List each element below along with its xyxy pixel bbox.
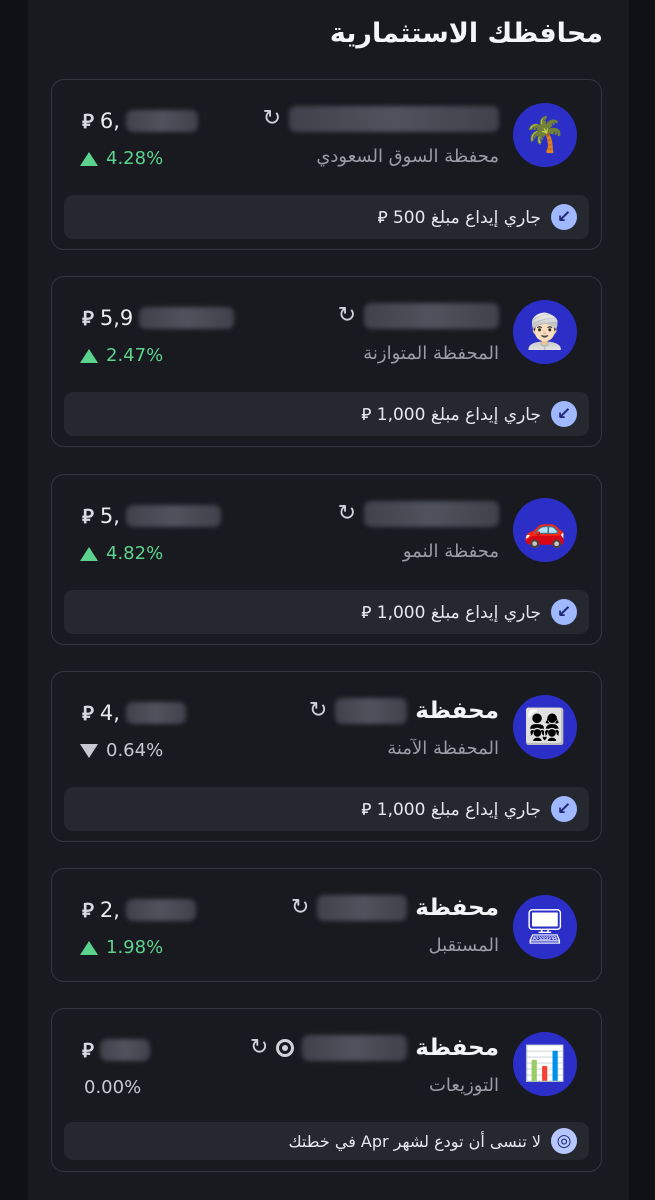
redacted-name xyxy=(335,698,408,724)
palm-tree-icon: 🌴 xyxy=(513,103,577,167)
family-icon: 👨‍👩‍👧‍👧 xyxy=(513,695,577,759)
portfolio-title: محفظة xyxy=(415,895,499,921)
man-avatar-icon: 👳🏻‍♂️ xyxy=(513,300,577,364)
riyal-icon: ⃁ xyxy=(82,898,94,922)
redacted-amount xyxy=(125,505,221,527)
arrow-down-left-icon: ↙ xyxy=(551,204,577,230)
deposit-notice[interactable]: ↙ جاري إيداع مبلغ 1,000 ⃁ xyxy=(64,590,589,634)
portfolio-amount: 2, xyxy=(99,898,120,922)
portfolio-name-row: ↻ xyxy=(338,303,499,329)
redacted-name xyxy=(364,501,499,527)
goal-reminder[interactable]: ◎ لا تنسى أن تودع لشهر Apr في خطتك xyxy=(64,1122,589,1160)
portfolio-value: ⃁ 2, xyxy=(82,897,196,923)
riyal-icon: ⃁ xyxy=(82,504,94,528)
arrow-down-left-icon: ↙ xyxy=(551,796,577,822)
deposit-notice[interactable]: ↙ جاري إيداع مبلغ 500 ⃁ xyxy=(64,195,589,239)
portfolio-card-growth[interactable]: 🚗 ↻ محفظة النمو ⃁ 5, 4.82% ↙ جاري إيداع … xyxy=(51,474,602,645)
redacted-name xyxy=(289,106,499,132)
portfolio-card-balanced[interactable]: 👳🏻‍♂️ ↻ المحفظة المتوازنة ⃁ 5,9 2.47% ↙ … xyxy=(51,276,602,447)
redacted-amount xyxy=(99,1039,150,1061)
monitor-icon: 🖥 xyxy=(513,895,577,959)
riyal-icon: ⃁ xyxy=(82,109,94,133)
sync-icon: ↻ xyxy=(337,501,356,526)
redacted-amount xyxy=(125,899,196,921)
portfolio-name: محفظة النمو xyxy=(402,541,499,562)
goal-reminder-text: لا تنسى أن تودع لشهر Apr في خطتك xyxy=(288,1131,541,1151)
portfolio-amount: 5, xyxy=(99,504,120,528)
redacted-amount xyxy=(125,110,198,132)
redacted-amount xyxy=(125,702,186,724)
change-percent: 0.64% xyxy=(106,740,164,761)
portfolio-name-row: محفظة ↻ xyxy=(291,895,499,921)
arrow-down-left-icon: ↙ xyxy=(551,401,577,427)
redacted-amount xyxy=(139,307,235,329)
portfolio-value: ⃁ 5, xyxy=(82,503,221,529)
change-percent: 4.82% xyxy=(106,543,164,564)
sync-icon: ↻ xyxy=(337,303,356,328)
deposit-notice-text: جاري إيداع مبلغ 1,000 ⃁ xyxy=(361,603,541,623)
portfolio-change: 0.00% xyxy=(84,1077,141,1098)
portfolio-name: التوزيعات xyxy=(428,1075,499,1096)
deposit-notice-text: جاري إيداع مبلغ 1,000 ⃁ xyxy=(361,800,541,820)
trend-up-icon xyxy=(80,348,98,363)
trend-down-icon xyxy=(80,743,98,758)
portfolio-title: محفظة xyxy=(415,1035,499,1061)
redacted-name xyxy=(317,895,408,921)
trend-up-icon xyxy=(80,940,98,955)
deposit-notice[interactable]: ↙ جاري إيداع مبلغ 1,000 ⃁ xyxy=(64,787,589,831)
portfolio-card-safe[interactable]: 👨‍👩‍👧‍👧 محفظة ↻ المحفظة الآمنة ⃁ 4, 0.64… xyxy=(51,671,602,842)
portfolio-name: المحفظة المتوازنة xyxy=(363,343,499,364)
change-percent: 0.00% xyxy=(84,1077,142,1098)
portfolio-card-dividends[interactable]: 📊 محفظة ↻ التوزيعات ⃁ 0.00% ◎ لا تنسى أن… xyxy=(51,1008,602,1172)
bar-chart-icon: 📊 xyxy=(513,1032,577,1096)
portfolio-name: محفظة السوق السعودي xyxy=(316,146,499,167)
change-percent: 4.28% xyxy=(106,148,164,169)
sync-icon: ↻ xyxy=(290,895,310,920)
portfolio-name: المحفظة الآمنة xyxy=(387,738,499,759)
portfolio-change: 1.98% xyxy=(80,937,163,958)
trend-up-icon xyxy=(80,151,98,166)
deposit-notice-text: جاري إيداع مبلغ 500 ⃁ xyxy=(377,208,541,228)
portfolio-name: المستقبل xyxy=(428,935,499,956)
sync-icon: ↻ xyxy=(249,1035,269,1060)
portfolio-amount: 5,9 xyxy=(99,306,134,330)
portfolio-name-row: محفظة ↻ xyxy=(309,698,499,724)
page-title: محافظك الاستثمارية xyxy=(329,18,603,49)
riyal-icon: ⃁ xyxy=(82,1038,94,1062)
portfolio-value: ⃁ 6, xyxy=(82,108,198,134)
portfolio-name-row: محفظة ↻ xyxy=(250,1035,499,1061)
portfolio-change: 0.64% xyxy=(80,740,163,761)
portfolio-title: محفظة xyxy=(415,698,499,724)
redacted-name xyxy=(302,1035,408,1061)
portfolio-name-row: ↻ xyxy=(263,106,499,132)
riyal-icon: ⃁ xyxy=(82,306,94,330)
deposit-notice[interactable]: ↙ جاري إيداع مبلغ 1,000 ⃁ xyxy=(64,392,589,436)
change-percent: 2.47% xyxy=(106,345,164,366)
sync-icon: ↻ xyxy=(262,106,281,131)
portfolio-card-saudi-market[interactable]: 🌴 ↻ محفظة السوق السعودي ⃁ 6, 4.28% ↙ جار… xyxy=(51,79,602,250)
arrow-down-left-icon: ↙ xyxy=(551,599,577,625)
portfolio-change: 4.28% xyxy=(80,148,163,169)
deposit-notice-text: جاري إيداع مبلغ 1,000 ⃁ xyxy=(361,405,541,425)
portfolio-value: ⃁ 5,9 xyxy=(82,305,235,331)
riyal-icon: ⃁ xyxy=(82,701,94,725)
car-icon: 🚗 xyxy=(513,498,577,562)
sync-icon: ↻ xyxy=(308,698,328,723)
redacted-name xyxy=(364,303,499,329)
portfolio-amount: 6, xyxy=(99,109,120,133)
portfolio-value: ⃁ xyxy=(82,1037,150,1063)
target-goal-icon xyxy=(276,1039,295,1057)
portfolio-change: 4.82% xyxy=(80,543,163,564)
portfolio-amount: 4, xyxy=(99,701,120,725)
portfolio-value: ⃁ 4, xyxy=(82,700,186,726)
portfolio-name-row: ↻ xyxy=(338,501,499,527)
trend-up-icon xyxy=(80,546,98,561)
target-goal-icon: ◎ xyxy=(551,1128,577,1154)
portfolio-change: 2.47% xyxy=(80,345,163,366)
portfolio-card-future[interactable]: 🖥 محفظة ↻ المستقبل ⃁ 2, 1.98% xyxy=(51,868,602,982)
change-percent: 1.98% xyxy=(106,937,164,958)
